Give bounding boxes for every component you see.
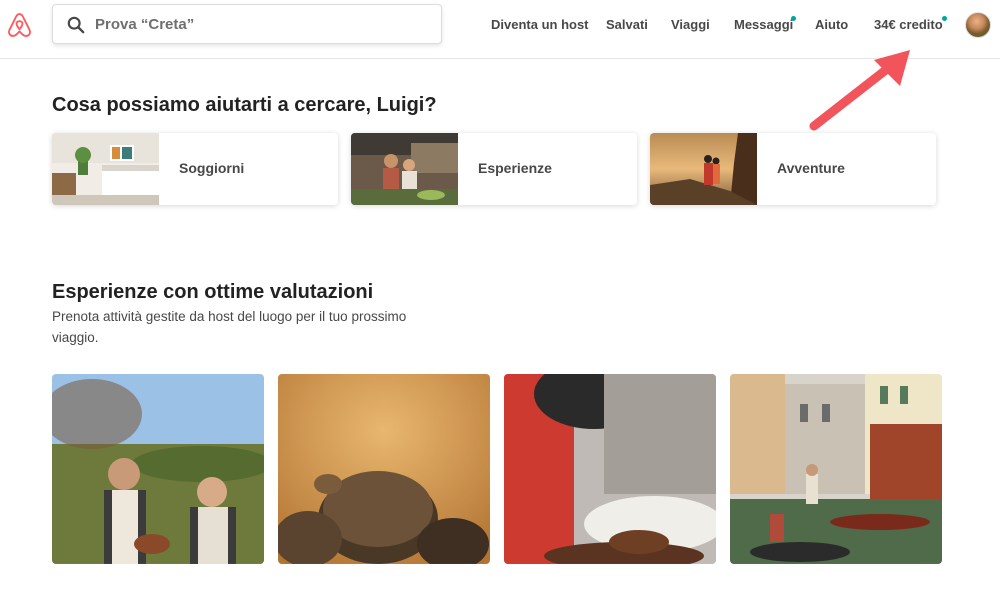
adventures-thumbnail — [650, 133, 757, 205]
experience-card[interactable] — [730, 374, 942, 564]
experience-image-chocolate — [504, 374, 716, 564]
category-label-experiences: Esperienze — [478, 160, 552, 176]
credit-notification-dot — [942, 16, 947, 21]
experience-card[interactable] — [52, 374, 264, 564]
search-box[interactable] — [52, 4, 442, 44]
airbnb-logo-icon[interactable] — [6, 11, 33, 39]
experiences-heading: Esperienze con ottime valutazioni — [52, 281, 374, 303]
search-input[interactable] — [95, 5, 425, 43]
experience-card[interactable] — [504, 374, 716, 564]
search-icon — [67, 16, 85, 34]
categories-heading: Cosa possiamo aiutarti a cercare, Luigi? — [52, 94, 437, 116]
experience-image-venice — [730, 374, 942, 564]
category-label-stays: Soggiorni — [179, 160, 245, 176]
nav-trips[interactable]: Viaggi — [671, 17, 710, 32]
nav-messages[interactable]: Messaggi — [734, 17, 793, 32]
category-label-adventures: Avventure — [777, 160, 845, 176]
nav-credit[interactable]: 34€ credito — [874, 17, 943, 32]
user-avatar[interactable] — [965, 12, 991, 38]
experience-image-truffles — [278, 374, 490, 564]
category-card-stays[interactable]: Soggiorni — [52, 133, 338, 205]
nav-become-host[interactable]: Diventa un host — [491, 17, 589, 32]
arrow-up-right-icon — [809, 50, 910, 131]
messages-notification-dot — [791, 16, 796, 21]
bottom-fade — [0, 563, 1000, 600]
experience-image-chefs — [52, 374, 264, 564]
experiences-subtitle: Prenota attività gestite da host del luo… — [52, 309, 407, 345]
experience-card[interactable] — [278, 374, 490, 564]
experiences-thumbnail — [351, 133, 458, 205]
stays-thumbnail — [52, 133, 159, 205]
category-card-adventures[interactable]: Avventure — [650, 133, 936, 205]
nav-help[interactable]: Aiuto — [815, 17, 848, 32]
nav-saved[interactable]: Salvati — [606, 17, 648, 32]
category-card-experiences[interactable]: Esperienze — [351, 133, 637, 205]
